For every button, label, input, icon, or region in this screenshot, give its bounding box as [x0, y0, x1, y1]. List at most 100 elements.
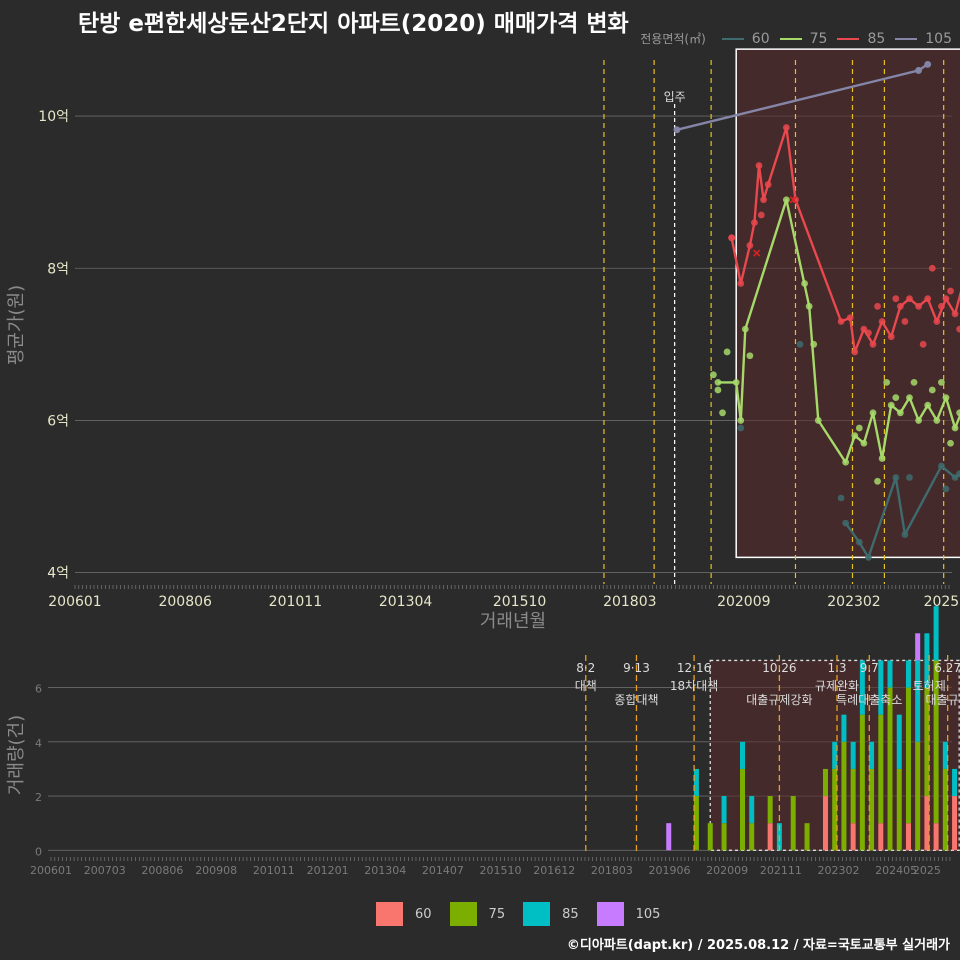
price-point-75 [714, 386, 722, 394]
volume-x-tick-label: 201803 [591, 864, 633, 877]
volume-x-tick-label: 200601 [30, 864, 72, 877]
volume-bar-85 [850, 741, 856, 769]
price-x-tick-label: 202302 [827, 594, 880, 610]
volume-x-tick-label: 201612 [533, 864, 575, 877]
price-point-85 [887, 333, 895, 341]
price-point-75 [928, 386, 936, 394]
volume-bar-75 [693, 796, 699, 851]
price-x-tick-label: 201510 [493, 594, 546, 610]
price-point-75 [732, 378, 740, 386]
volume-bar-75 [878, 714, 884, 824]
price-point-85 [906, 295, 913, 303]
volume-bar-85 [740, 741, 745, 769]
price-point-75 [710, 371, 717, 379]
price-point-75 [741, 325, 749, 333]
bottom-legend: 60 75 85 105 [376, 902, 678, 926]
price-y-axis-title: 평균가(원) [6, 285, 27, 365]
volume-x-tick-label: 202111 [760, 864, 802, 877]
volume-x-tick-label: 201304 [364, 864, 406, 877]
bar-legend-label-60: 60 [415, 906, 432, 922]
price-point-85 [878, 318, 886, 325]
volume-bar-85 [915, 660, 921, 742]
price-point-85 [951, 310, 959, 318]
price-volume-chart: 4억 6억 8억 10억 200601 200806 201011 201304 201510 2… [6, 48, 960, 877]
volume-bar-85 [952, 768, 958, 797]
price-y-tick-label: 6억 [47, 413, 69, 429]
policy-date-label: 6.27 [934, 661, 960, 675]
volume-bar-75 [740, 768, 745, 851]
policy-date-label: 12·16 [677, 661, 711, 675]
price-x-tick-label: 200806 [158, 594, 212, 610]
price-point-85 [846, 314, 854, 322]
price-point-85 [901, 318, 909, 325]
price-point-85 [915, 302, 922, 310]
volume-bar-75 [915, 741, 921, 851]
price-y-tick-label: 8억 [47, 261, 69, 277]
volume-bar-105 [666, 823, 672, 851]
price-point-85 [947, 287, 954, 295]
volume-bar-75 [896, 768, 902, 851]
price-point-85 [924, 295, 932, 303]
volume-bar-60 [952, 796, 958, 851]
volume-bar-60 [933, 823, 939, 851]
price-x-tick-label: 201011 [269, 594, 322, 610]
price-x-axis-title: 거래년월 [480, 611, 546, 632]
policy-date-label: 9·13 [623, 661, 650, 675]
volume-x-tick-label: 201201 [307, 864, 349, 877]
price-point-75 [814, 417, 822, 424]
volume-x-tick-label: 202405 [875, 864, 917, 877]
price-point-75 [805, 302, 813, 310]
price-point-85 [928, 264, 936, 272]
price-point-85 [760, 196, 767, 204]
policy-name-label: 대출규제 [926, 693, 960, 707]
volume-x-tick-label: 202302 [818, 864, 860, 877]
policy-date-label: 8·2 [576, 661, 595, 675]
price-point-85 [933, 318, 941, 325]
volume-bar-75 [721, 823, 727, 851]
price-point-105 [673, 126, 681, 134]
policy-name-label: 대출규제강화 [746, 693, 812, 707]
price-point-60 [855, 538, 863, 546]
volume-x-tick-label: 201011 [253, 864, 295, 877]
policy-name-label: 대책 [575, 678, 597, 693]
price-point-75 [737, 417, 745, 424]
price-point-75 [924, 401, 932, 409]
price-y-tick-label: 4억 [47, 566, 69, 582]
price-point-60 [901, 531, 909, 538]
price-point-105 [915, 67, 922, 74]
move-in-label: 입주 [664, 90, 686, 104]
price-point-75 [801, 280, 808, 287]
price-x-tick-label: 202009 [717, 594, 770, 610]
price-point-85 [746, 242, 754, 249]
bar-legend-item-75: 75 [449, 902, 505, 926]
volume-x-tick-label: 200908 [195, 864, 237, 877]
price-point-85 [938, 302, 945, 310]
price-point-60 [737, 424, 745, 432]
price-x-tick-label: 200601 [48, 594, 101, 610]
volume-bar-75 [850, 768, 856, 824]
post-move-in-box [735, 48, 960, 559]
price-point-75 [896, 409, 904, 417]
price-point-75 [915, 417, 922, 424]
price-point-75 [874, 477, 881, 485]
policy-date-label: 9.7 [860, 661, 879, 675]
volume-bar-75 [905, 687, 911, 824]
volume-bar-85 [887, 660, 893, 688]
volume-bar-85 [721, 796, 727, 824]
price-point-85 [892, 295, 900, 303]
price-point-85 [851, 348, 859, 356]
price-point-85 [755, 162, 763, 169]
volume-bar-75 [790, 796, 796, 851]
volume-bar-75 [767, 796, 773, 824]
price-point-60 [938, 462, 945, 470]
price-point-85 [728, 234, 736, 242]
policy-name-label: 18차대책 [670, 678, 718, 693]
volume-x-tick-label: 200806 [141, 864, 183, 877]
volume-bar-60 [924, 796, 930, 851]
price-point-75 [746, 352, 754, 360]
source-footer: ©디아파트(dapt.kr) / 2025.08.12 / 자료=국토교통부 실… [566, 938, 950, 953]
bar-legend-item-60: 60 [376, 902, 432, 926]
price-point-75 [869, 409, 877, 417]
volume-x-tick-label: 201510 [479, 864, 521, 877]
price-point-60 [865, 553, 872, 561]
